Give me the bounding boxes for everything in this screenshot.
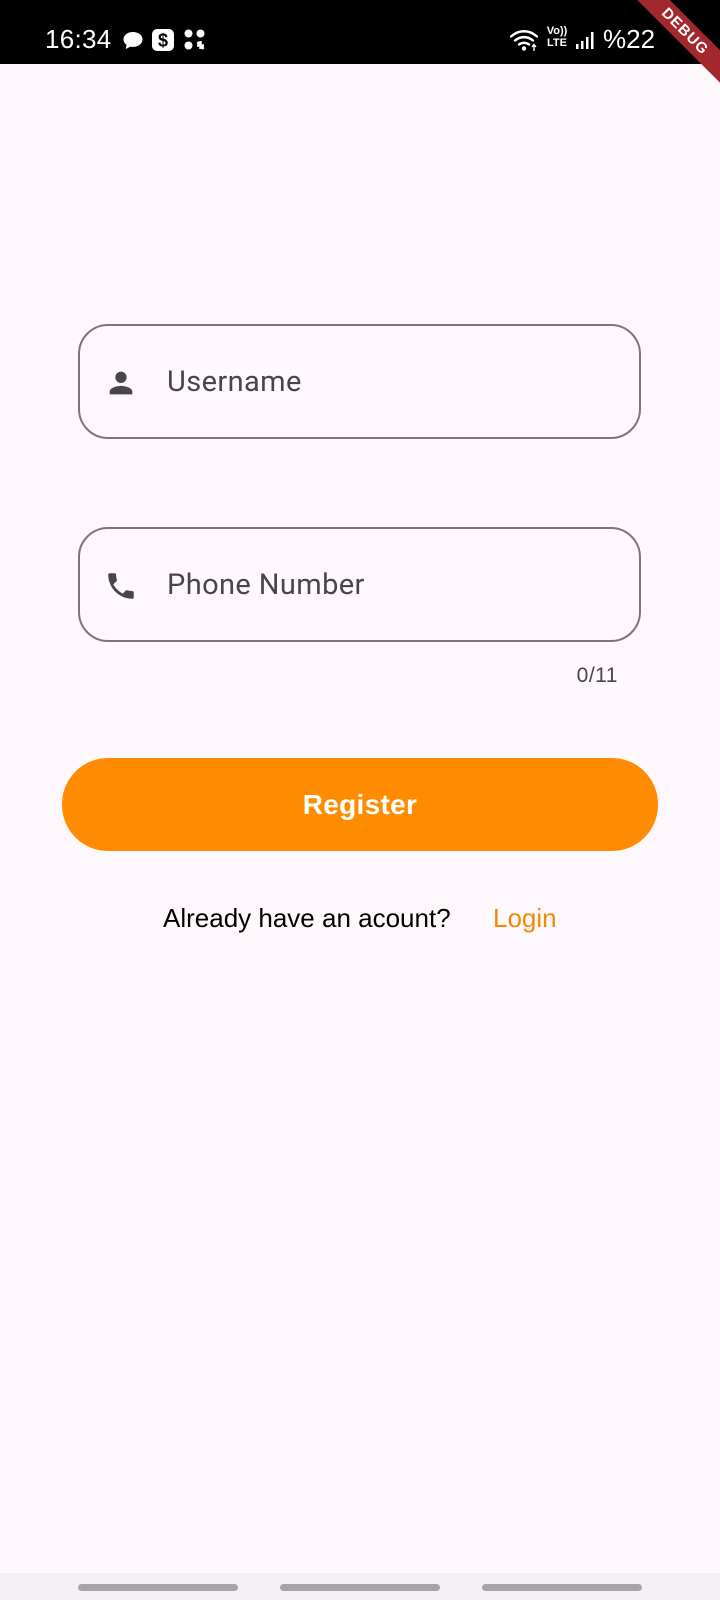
phone-character-counter: 0/11 [576, 664, 618, 687]
register-button[interactable]: Register [62, 758, 658, 851]
status-bar: 16:34 $ Vo)) LTE %22 [0, 0, 720, 64]
dollar-app-icon: $ [152, 29, 174, 51]
nav-recents-handle[interactable] [78, 1584, 238, 1591]
phone-icon [108, 573, 134, 599]
login-prompt-text: Already have an acount? [163, 903, 451, 933]
dots-grid-icon [184, 29, 205, 50]
nav-back-handle[interactable] [482, 1584, 642, 1591]
volte-bottom-label: LTE [547, 37, 567, 49]
wifi-icon [509, 30, 539, 51]
login-row: Already have an acount? Login [0, 903, 720, 937]
username-field[interactable] [78, 324, 641, 439]
status-time: 16:34 [45, 24, 112, 54]
username-input[interactable] [167, 326, 617, 437]
nav-home-handle[interactable] [280, 1584, 440, 1591]
svg-text:$: $ [158, 31, 168, 51]
signal-icon [576, 32, 594, 49]
volte-top-label: Vo)) [546, 25, 568, 37]
phone-number-field[interactable] [78, 527, 641, 642]
battery-percentage: %22 [603, 24, 656, 54]
phone-number-input[interactable] [167, 529, 617, 640]
navigation-bar [0, 1573, 720, 1600]
chat-bubble-icon [123, 32, 143, 49]
person-icon [109, 371, 133, 395]
volte-icon: Vo)) LTE [545, 25, 569, 53]
login-link[interactable]: Login [493, 903, 557, 934]
